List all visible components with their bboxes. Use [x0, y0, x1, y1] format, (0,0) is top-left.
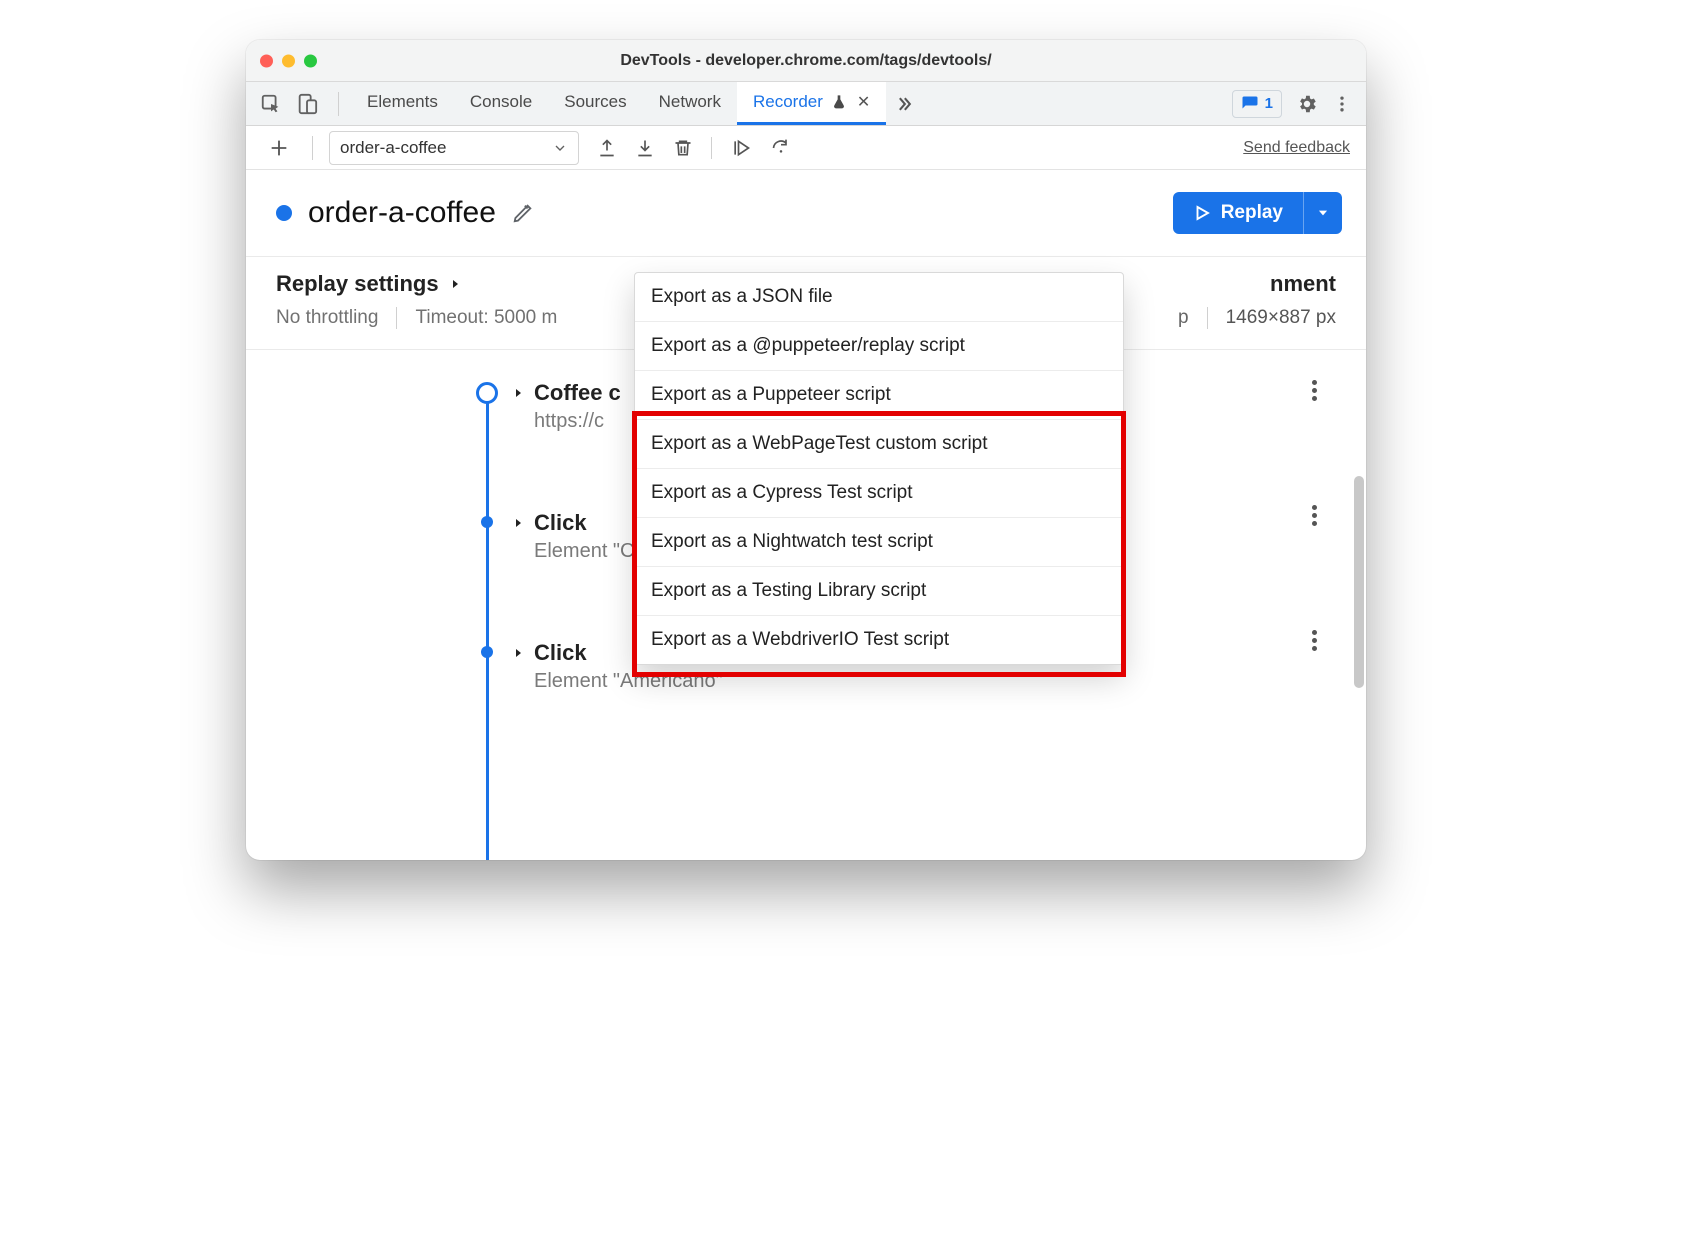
step-through-icon[interactable] — [730, 138, 752, 158]
timeout-value[interactable]: Timeout: 5000 m — [415, 307, 557, 329]
replay-button[interactable]: Replay — [1173, 192, 1303, 234]
chevron-right-icon — [449, 278, 461, 290]
separator — [1207, 307, 1208, 329]
kebab-menu-icon[interactable] — [1332, 94, 1352, 114]
close-tab-icon[interactable]: ✕ — [857, 92, 870, 112]
timeline-node-icon — [481, 516, 493, 528]
devtools-tabstrip: Elements Console Sources Network Recorde… — [246, 82, 1366, 126]
export-option[interactable]: Export as a Nightwatch test script — [635, 518, 1123, 567]
recorder-toolbar: order-a-coffee Send feedback — [246, 126, 1366, 170]
issues-count: 1 — [1265, 95, 1273, 112]
export-option[interactable]: Export as a JSON file — [635, 273, 1123, 322]
window-titlebar: DevTools - developer.chrome.com/tags/dev… — [246, 40, 1366, 82]
recording-select-value: order-a-coffee — [340, 138, 446, 158]
traffic-lights — [260, 54, 317, 67]
tab-console[interactable]: Console — [454, 82, 548, 125]
separator — [312, 136, 313, 160]
export-option[interactable]: Export as a @puppeteer/replay script — [635, 322, 1123, 371]
step-menu-icon[interactable] — [1302, 630, 1326, 651]
replay-settings-label: Replay settings — [276, 271, 439, 297]
recording-header: order-a-coffee Replay — [246, 170, 1366, 257]
window-title: DevTools - developer.chrome.com/tags/dev… — [260, 52, 1352, 70]
timeline-node-icon — [476, 382, 498, 404]
export-option[interactable]: Export as a Cypress Test script — [635, 469, 1123, 518]
chevron-right-icon — [512, 386, 524, 404]
tab-recorder[interactable]: Recorder ✕ — [737, 82, 886, 125]
tab-label: Network — [659, 92, 721, 112]
import-icon[interactable] — [635, 138, 655, 158]
recording-selector[interactable]: order-a-coffee — [329, 131, 579, 165]
fullscreen-window-button[interactable] — [304, 54, 317, 67]
environment-title-fragment: nment — [1270, 271, 1336, 297]
settings-gear-icon[interactable] — [1296, 93, 1318, 115]
minimize-window-button[interactable] — [282, 54, 295, 67]
step-subtitle: Element "Americano" — [534, 670, 1336, 693]
inspect-element-icon[interactable] — [260, 93, 282, 115]
recorder-main: order-a-coffee Replay — [246, 170, 1366, 860]
export-option[interactable]: Export as a WebPageTest custom script — [635, 420, 1123, 469]
replay-options-button[interactable] — [1303, 192, 1342, 234]
more-tabs-icon[interactable] — [886, 82, 922, 125]
close-window-button[interactable] — [260, 54, 273, 67]
replay-button-label: Replay — [1221, 202, 1283, 224]
new-recording-icon[interactable] — [262, 137, 296, 159]
step-menu-icon[interactable] — [1302, 505, 1326, 526]
scrollbar[interactable] — [1354, 476, 1364, 854]
devtools-window: DevTools - developer.chrome.com/tags/dev… — [246, 40, 1366, 860]
edit-title-icon[interactable] — [512, 202, 534, 224]
throttling-value[interactable]: No throttling — [276, 307, 378, 329]
export-icon[interactable] — [597, 138, 617, 158]
separator — [396, 307, 397, 329]
separator — [711, 137, 712, 159]
tab-sources[interactable]: Sources — [548, 82, 642, 125]
replay-button-group: Replay — [1173, 192, 1342, 234]
separator — [338, 92, 339, 116]
tab-elements[interactable]: Elements — [351, 82, 454, 125]
viewport-value: 1469×887 px — [1226, 307, 1336, 329]
tab-label: Console — [470, 92, 532, 112]
export-option[interactable]: Export as a Testing Library script — [635, 567, 1123, 616]
timeline-node-icon — [481, 646, 493, 658]
step-over-icon[interactable] — [770, 138, 792, 158]
chevron-right-icon — [512, 516, 524, 534]
export-dropdown: Export as a JSON file Export as a @puppe… — [634, 272, 1124, 665]
chevron-right-icon — [512, 646, 524, 664]
export-option[interactable]: Export as a WebdriverIO Test script — [635, 616, 1123, 664]
tab-label: Recorder — [753, 92, 823, 112]
tab-network[interactable]: Network — [643, 82, 737, 125]
scrollbar-thumb[interactable] — [1354, 476, 1364, 688]
chevron-down-icon — [552, 140, 568, 156]
recording-status-dot-icon — [276, 205, 292, 221]
issues-badge[interactable]: 1 — [1232, 90, 1282, 118]
delete-icon[interactable] — [673, 138, 693, 158]
export-option[interactable]: Export as a Puppeteer script — [635, 371, 1123, 420]
replay-settings-toggle[interactable]: Replay settings — [276, 271, 461, 297]
tab-label: Sources — [564, 92, 626, 112]
device-toolbar-icon[interactable] — [296, 93, 318, 115]
step-menu-icon[interactable] — [1302, 380, 1326, 401]
send-feedback-link[interactable]: Send feedback — [1243, 139, 1350, 157]
tab-label: Elements — [367, 92, 438, 112]
flask-icon — [831, 94, 847, 110]
recording-title: order-a-coffee — [308, 196, 496, 230]
